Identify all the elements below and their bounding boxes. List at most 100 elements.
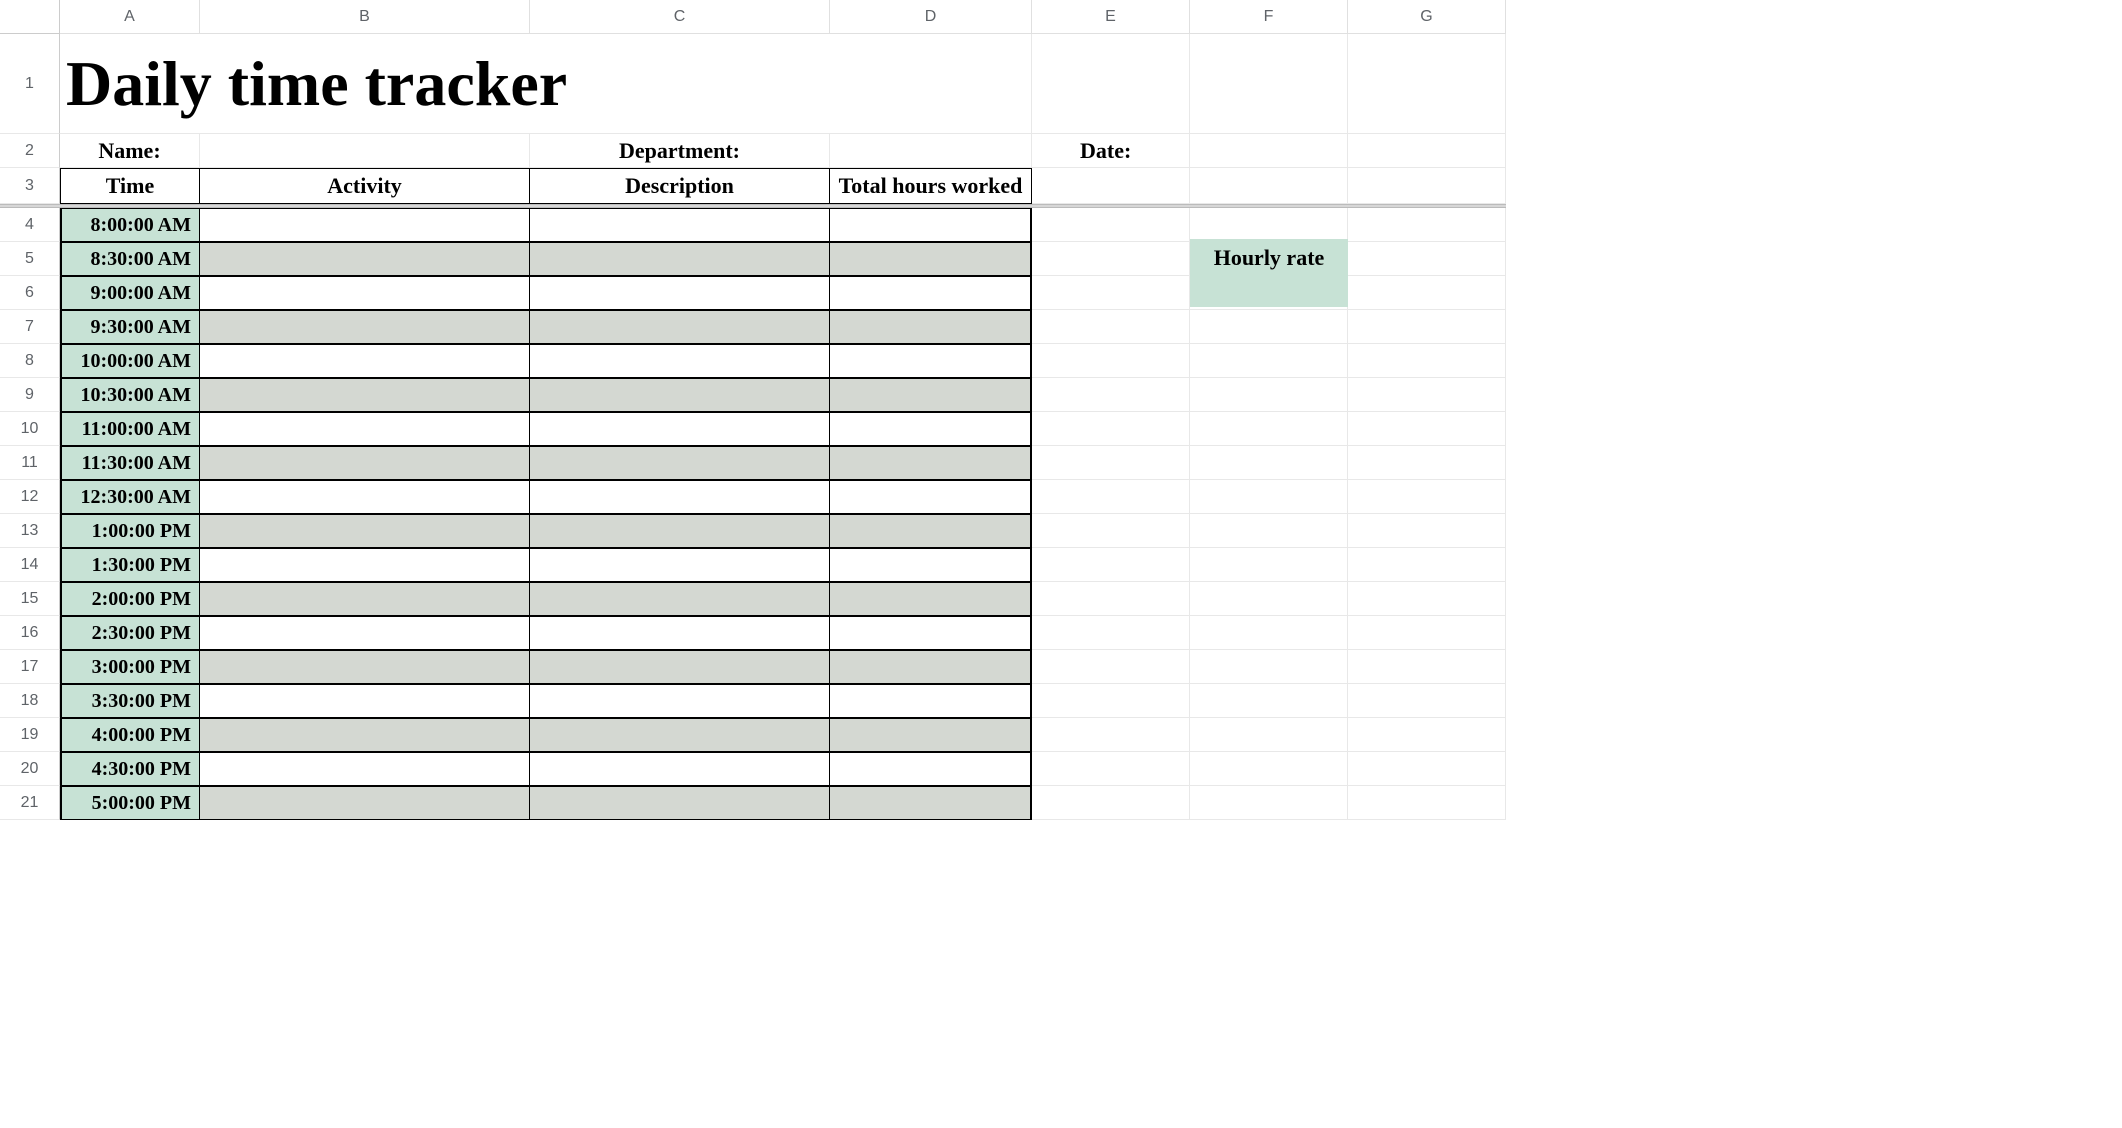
cell-E1[interactable] — [1032, 34, 1190, 134]
description-cell-row-21[interactable] — [530, 786, 830, 820]
time-cell-row-14[interactable]: 1:30:00 PM — [60, 548, 200, 582]
cell-F11[interactable] — [1190, 446, 1348, 480]
cell-G17[interactable] — [1348, 650, 1506, 684]
description-cell-row-17[interactable] — [530, 650, 830, 684]
activity-cell-row-17[interactable] — [200, 650, 530, 684]
description-cell-row-4[interactable] — [530, 208, 830, 242]
cell-F21[interactable] — [1190, 786, 1348, 820]
column-header-g[interactable]: G — [1348, 0, 1506, 34]
row-header-17[interactable]: 17 — [0, 650, 60, 684]
cell-F16[interactable] — [1190, 616, 1348, 650]
total-hours-cell-row-11[interactable] — [830, 446, 1032, 480]
cell-E12[interactable] — [1032, 480, 1190, 514]
time-cell-row-18[interactable]: 3:30:00 PM — [60, 684, 200, 718]
cell-F18[interactable] — [1190, 684, 1348, 718]
cell-F4[interactable] — [1190, 208, 1348, 242]
cell-F8[interactable] — [1190, 344, 1348, 378]
time-cell-row-19[interactable]: 4:00:00 PM — [60, 718, 200, 752]
row-header-15[interactable]: 15 — [0, 582, 60, 616]
time-cell-row-11[interactable]: 11:30:00 AM — [60, 446, 200, 480]
cell-G1[interactable] — [1348, 34, 1506, 134]
column-header-a[interactable]: A — [60, 0, 200, 34]
activity-cell-row-7[interactable] — [200, 310, 530, 344]
total-hours-cell-row-17[interactable] — [830, 650, 1032, 684]
column-header-c[interactable]: C — [530, 0, 830, 34]
row-header-12[interactable]: 12 — [0, 480, 60, 514]
total-hours-cell-row-13[interactable] — [830, 514, 1032, 548]
total-hours-cell-row-5[interactable] — [830, 242, 1032, 276]
time-cell-row-8[interactable]: 10:00:00 AM — [60, 344, 200, 378]
row-header-9[interactable]: 9 — [0, 378, 60, 412]
cell-G21[interactable] — [1348, 786, 1506, 820]
cell-F10[interactable] — [1190, 412, 1348, 446]
row-header-8[interactable]: 8 — [0, 344, 60, 378]
cell-E19[interactable] — [1032, 718, 1190, 752]
total-hours-cell-row-8[interactable] — [830, 344, 1032, 378]
cell-E6[interactable] — [1032, 276, 1190, 310]
row-header-10[interactable]: 10 — [0, 412, 60, 446]
activity-cell-row-10[interactable] — [200, 412, 530, 446]
cell-G15[interactable] — [1348, 582, 1506, 616]
time-cell-row-21[interactable]: 5:00:00 PM — [60, 786, 200, 820]
cell-E11[interactable] — [1032, 446, 1190, 480]
cell-E16[interactable] — [1032, 616, 1190, 650]
cell-G7[interactable] — [1348, 310, 1506, 344]
total-hours-cell-row-19[interactable] — [830, 718, 1032, 752]
activity-cell-row-5[interactable] — [200, 242, 530, 276]
cell-G19[interactable] — [1348, 718, 1506, 752]
time-cell-row-20[interactable]: 4:30:00 PM — [60, 752, 200, 786]
activity-cell-row-4[interactable] — [200, 208, 530, 242]
cell-G12[interactable] — [1348, 480, 1506, 514]
cell-d2[interactable] — [830, 134, 1032, 168]
cell-F14[interactable] — [1190, 548, 1348, 582]
cell-G11[interactable] — [1348, 446, 1506, 480]
column-header-e[interactable]: E — [1032, 0, 1190, 34]
activity-cell-row-8[interactable] — [200, 344, 530, 378]
cell-b2[interactable] — [200, 134, 530, 168]
corner-cell[interactable] — [0, 0, 60, 34]
table-header-activity[interactable]: Activity — [200, 168, 530, 204]
cell-F20[interactable] — [1190, 752, 1348, 786]
row-header-21[interactable]: 21 — [0, 786, 60, 820]
row-header-13[interactable]: 13 — [0, 514, 60, 548]
total-hours-cell-row-6[interactable] — [830, 276, 1032, 310]
cell-G6[interactable] — [1348, 276, 1506, 310]
activity-cell-row-21[interactable] — [200, 786, 530, 820]
activity-cell-row-19[interactable] — [200, 718, 530, 752]
time-cell-row-7[interactable]: 9:30:00 AM — [60, 310, 200, 344]
cell-G10[interactable] — [1348, 412, 1506, 446]
cell-E3[interactable] — [1032, 168, 1190, 204]
time-cell-row-9[interactable]: 10:30:00 AM — [60, 378, 200, 412]
description-cell-row-11[interactable] — [530, 446, 830, 480]
cell-E18[interactable] — [1032, 684, 1190, 718]
time-cell-row-10[interactable]: 11:00:00 AM — [60, 412, 200, 446]
column-header-f[interactable]: F — [1190, 0, 1348, 34]
cell-G14[interactable] — [1348, 548, 1506, 582]
total-hours-cell-row-20[interactable] — [830, 752, 1032, 786]
row-header-20[interactable]: 20 — [0, 752, 60, 786]
cell-G9[interactable] — [1348, 378, 1506, 412]
hourly-rate-box[interactable]: Hourly rate — [1190, 239, 1348, 307]
row-header-16[interactable]: 16 — [0, 616, 60, 650]
description-cell-row-14[interactable] — [530, 548, 830, 582]
activity-cell-row-9[interactable] — [200, 378, 530, 412]
cell-G8[interactable] — [1348, 344, 1506, 378]
cell-F3[interactable] — [1190, 168, 1348, 204]
row-header-14[interactable]: 14 — [0, 548, 60, 582]
activity-cell-row-16[interactable] — [200, 616, 530, 650]
cell-E13[interactable] — [1032, 514, 1190, 548]
row-header-3[interactable]: 3 — [0, 168, 60, 204]
row-header-1[interactable]: 1 — [0, 34, 60, 134]
cell-G20[interactable] — [1348, 752, 1506, 786]
cell-E7[interactable] — [1032, 310, 1190, 344]
cell-F1[interactable] — [1190, 34, 1348, 134]
activity-cell-row-6[interactable] — [200, 276, 530, 310]
cell-E5[interactable] — [1032, 242, 1190, 276]
activity-cell-row-18[interactable] — [200, 684, 530, 718]
time-cell-row-17[interactable]: 3:00:00 PM — [60, 650, 200, 684]
cell-G2[interactable] — [1348, 134, 1506, 168]
row-header-19[interactable]: 19 — [0, 718, 60, 752]
time-cell-row-13[interactable]: 1:00:00 PM — [60, 514, 200, 548]
description-cell-row-5[interactable] — [530, 242, 830, 276]
description-cell-row-8[interactable] — [530, 344, 830, 378]
